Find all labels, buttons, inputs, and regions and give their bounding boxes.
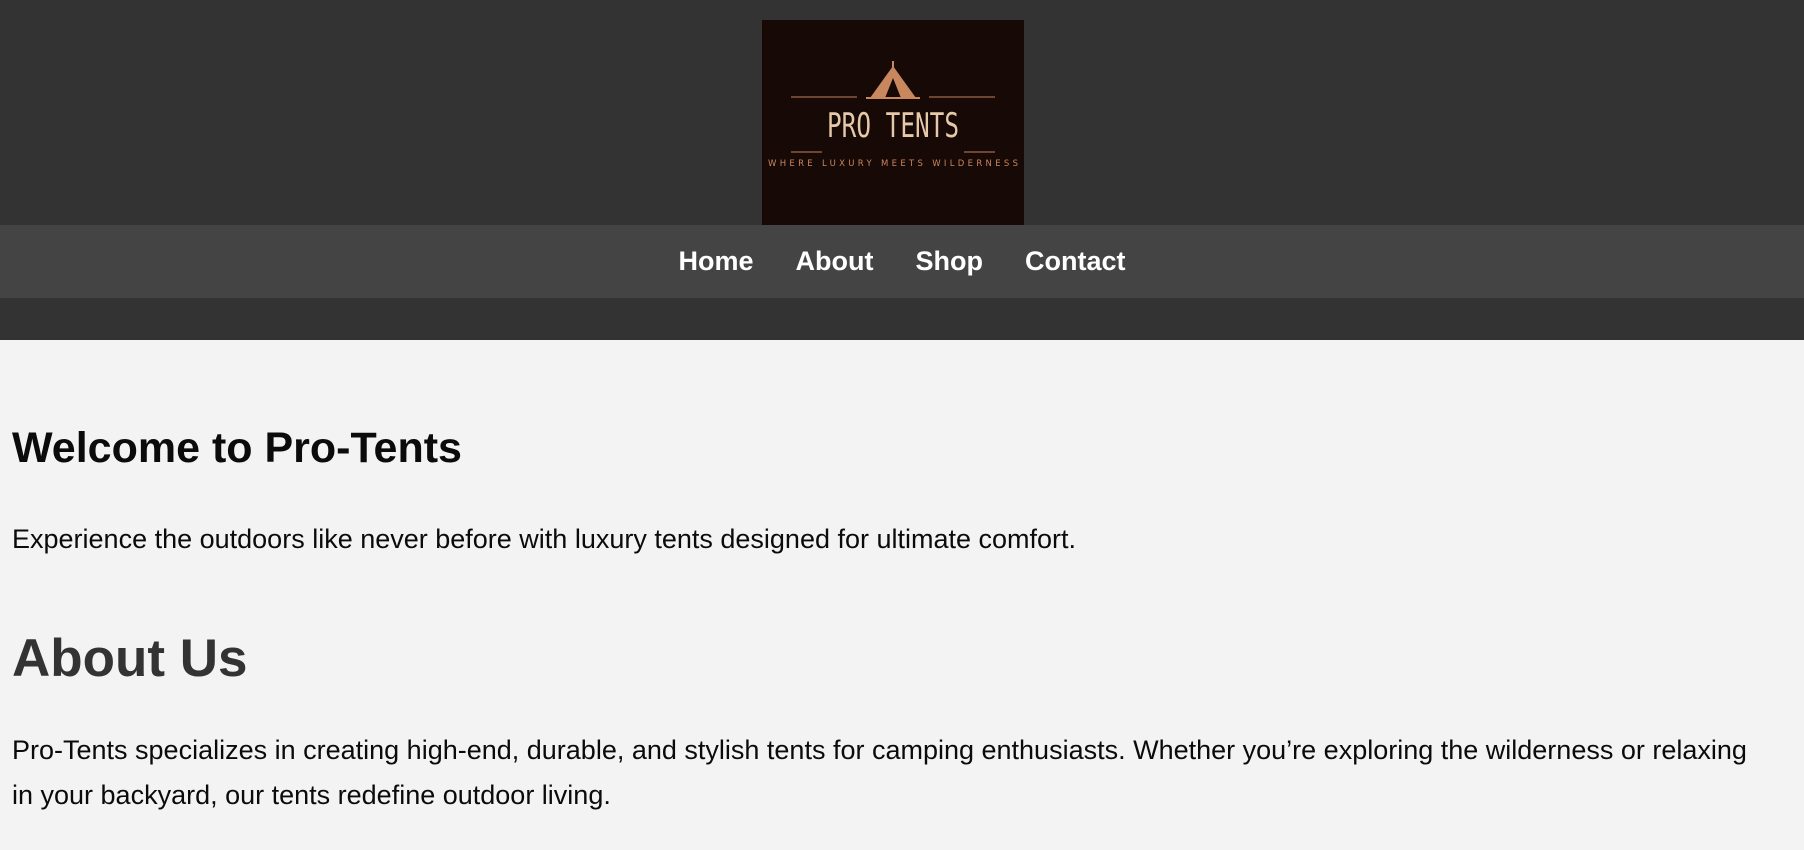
pro-tents-logo[interactable]: PRO TENTS WHERE LUXURY MEETS WILDERNESS (762, 20, 1024, 225)
nav-contact[interactable]: Contact (1025, 248, 1126, 275)
logo-title: PRO TENTS (827, 106, 959, 146)
tent-logo-graphic: PRO TENTS WHERE LUXURY MEETS WILDERNESS (768, 61, 1018, 169)
about-text: Pro-Tents specializes in creating high-e… (12, 735, 1747, 810)
nav-home[interactable]: Home (679, 248, 754, 275)
tent-icon (866, 61, 920, 99)
site-header: PRO TENTS WHERE LUXURY MEETS WILDERNESS … (0, 0, 1804, 340)
hero-text: Experience the outdoors like never befor… (12, 524, 1077, 554)
about-title: About Us (12, 629, 248, 688)
logo-tagline: WHERE LUXURY MEETS WILDERNESS (768, 159, 1018, 169)
nav-about[interactable]: About (796, 248, 874, 275)
nav-shop[interactable]: Shop (915, 248, 983, 275)
hero-title: Welcome to Pro-Tents (12, 424, 462, 472)
main-nav: Home About Shop Contact (0, 225, 1804, 298)
